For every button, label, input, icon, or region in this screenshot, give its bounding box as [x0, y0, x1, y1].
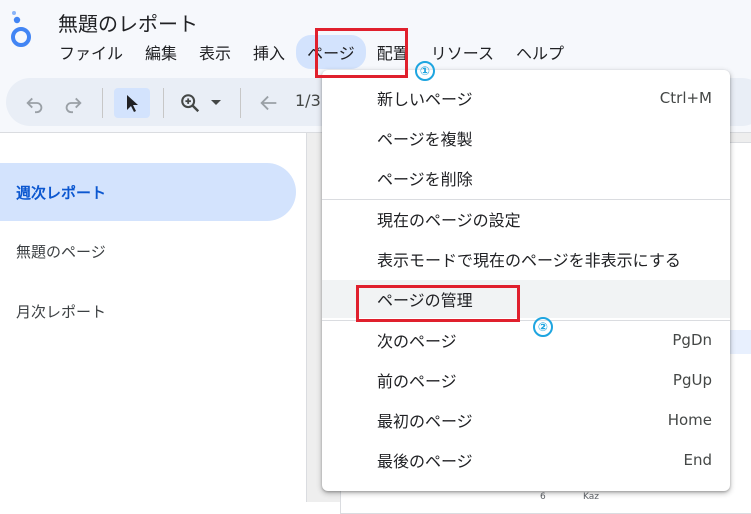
- menu-item-shortcut: End: [683, 451, 712, 469]
- menu-item-label: 新しいページ: [377, 90, 473, 109]
- looker-studio-logo-icon[interactable]: [8, 10, 34, 50]
- menu-item-label: 現在のページの設定: [377, 211, 521, 230]
- page-indicator: 1/3: [295, 91, 321, 110]
- menu-view[interactable]: 表示: [188, 35, 242, 69]
- menu-item-first-page[interactable]: 最初のページ Home: [322, 401, 730, 439]
- menu-item-current-page-settings[interactable]: 現在のページの設定: [322, 200, 730, 238]
- menu-item-hide-page-in-view-mode[interactable]: 表示モードで現在のページを非表示にする: [322, 240, 730, 278]
- dropdown-caret-icon[interactable]: [207, 88, 225, 118]
- menu-item-duplicate-page[interactable]: ページを複製: [322, 119, 730, 157]
- menu-bar: ファイル 編集 表示 挿入 ページ 配置 リソース ヘルプ: [48, 35, 575, 69]
- menu-item-label: 表示モードで現在のページを非表示にする: [377, 251, 681, 270]
- menu-item-shortcut: PgDn: [672, 331, 712, 349]
- toolbar-divider: [102, 88, 103, 118]
- menu-item-label: ページを複製: [377, 130, 473, 149]
- canvas-table-row: [730, 330, 751, 354]
- menu-item-new-page[interactable]: 新しいページ Ctrl+M: [322, 79, 730, 117]
- sidebar-page-weekly-report[interactable]: 週次レポート: [0, 163, 296, 221]
- zoom-icon[interactable]: [176, 88, 204, 118]
- menu-item-previous-page[interactable]: 前のページ PgUp: [322, 361, 730, 399]
- sidebar-page-monthly-report[interactable]: 月次レポート: [0, 282, 296, 340]
- menu-edit[interactable]: 編集: [134, 35, 188, 69]
- sidebar-page-untitled[interactable]: 無題のページ: [0, 222, 296, 280]
- menu-item-delete-page[interactable]: ページを削除: [322, 159, 730, 197]
- highlight-box-page-menu: [315, 28, 408, 78]
- toolbar-divider: [240, 88, 241, 118]
- canvas-text: 6: [540, 492, 546, 502]
- report-title[interactable]: 無題のレポート: [58, 8, 198, 37]
- highlight-box-manage-pages: [356, 285, 520, 322]
- step-marker-2: ②: [533, 317, 553, 337]
- menu-file[interactable]: ファイル: [48, 35, 134, 69]
- menu-item-label: 次のページ: [377, 332, 457, 351]
- menu-help[interactable]: ヘルプ: [505, 35, 575, 69]
- step-marker-1: ①: [415, 61, 435, 81]
- select-arrow-icon[interactable]: [114, 88, 150, 118]
- menu-item-shortcut: Home: [667, 411, 712, 429]
- menu-item-label: ページを削除: [377, 170, 473, 189]
- menu-item-label: 最後のページ: [377, 452, 473, 471]
- redo-icon[interactable]: [58, 88, 88, 118]
- menu-item-shortcut: PgUp: [672, 371, 712, 389]
- undo-icon[interactable]: [20, 88, 50, 118]
- menu-item-last-page[interactable]: 最後のページ End: [322, 441, 730, 479]
- back-arrow-icon[interactable]: [254, 88, 284, 118]
- menu-item-label: 最初のページ: [377, 412, 473, 431]
- menu-insert[interactable]: 挿入: [242, 35, 296, 69]
- menu-item-shortcut: Ctrl+M: [659, 89, 712, 107]
- canvas-text: Kaz: [583, 492, 599, 502]
- page-menu-dropdown: 新しいページ Ctrl+M ページを複製 ページを削除 現在のページの設定 表示…: [322, 70, 730, 491]
- menu-item-label: 前のページ: [377, 372, 457, 391]
- menu-item-next-page[interactable]: 次のページ PgDn: [322, 321, 730, 359]
- toolbar-divider: [163, 88, 164, 118]
